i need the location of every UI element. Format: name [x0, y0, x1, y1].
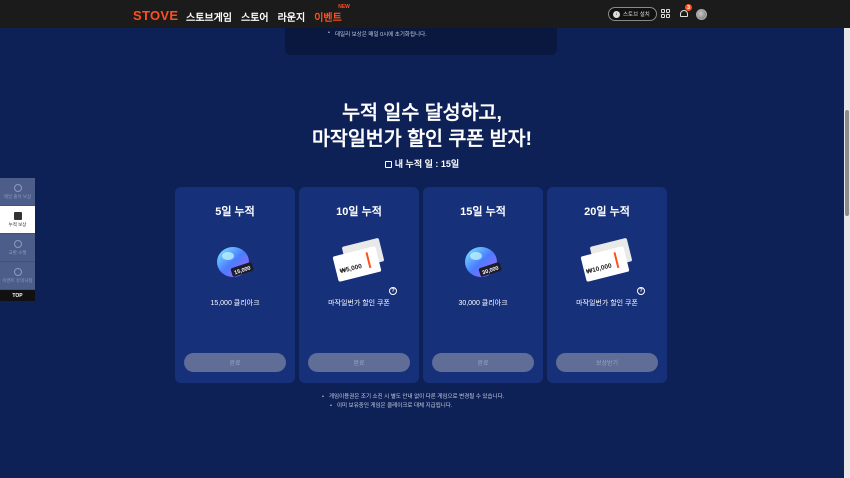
gem-icon: 30,000: [465, 247, 502, 277]
main-nav: 스토브게임 스토어 라운지 이벤트 NEW: [186, 4, 350, 24]
apps-grid-icon[interactable]: [661, 9, 671, 19]
top-navigation-bar: STOVE 스토브게임 스토어 라운지 이벤트 NEW ↓ 스토브 설치 3: [0, 0, 850, 28]
page-scrollbar[interactable]: [844, 28, 850, 478]
user-avatar[interactable]: [696, 9, 707, 20]
nav-stove-game[interactable]: 스토브게임: [186, 9, 232, 24]
help-question-icon[interactable]: ?: [637, 287, 645, 295]
download-icon: ↓: [613, 10, 620, 18]
side-navigation: 매일 출석 보상 누적 보상 교환 소켓 이벤트 유의사항 TOP: [0, 178, 35, 301]
notification-count-badge: 3: [685, 4, 692, 11]
reward-card-10: 10일 누적 ₩5,000 마작일번가 할인 쿠폰 ? 완료: [299, 187, 419, 383]
new-badge: NEW: [338, 4, 350, 10]
claim-button[interactable]: 완료: [308, 353, 410, 372]
coupon-icon: ₩10,000: [580, 238, 632, 282]
claim-button[interactable]: 보상받기: [556, 353, 658, 372]
footnote-1: 게임이용권은 조기 소진 시 별도 안내 없이 다른 게임으로 변경될 수 있습…: [322, 393, 504, 402]
reward-card-5: 5일 누적 15,000 15,000 클리아크 완료: [175, 187, 295, 383]
nav-store[interactable]: 스토어: [241, 9, 269, 24]
footnotes: 게임이용권은 조기 소진 시 별도 안내 없이 다른 게임으로 변경될 수 있습…: [322, 393, 504, 411]
stove-logo[interactable]: STOVE: [133, 8, 178, 23]
card-title: 20일 누적: [584, 206, 630, 218]
claim-button[interactable]: 완료: [184, 353, 286, 372]
clock-icon: [13, 183, 22, 192]
calendar-icon: [384, 161, 392, 168]
cumulative-days: 내 누적 일 : 15일: [0, 157, 844, 170]
nav-event-label: 이벤트: [314, 13, 342, 24]
footnote-2: 이미 보유중인 게임은 클레이크로 대체 지급됩니다.: [329, 402, 504, 411]
daily-notice-panel: 데일리 보상은 매일 0시에 초기화됩니다.: [285, 28, 557, 55]
install-label: 스토브 설치: [623, 12, 650, 18]
info-icon: [13, 267, 22, 276]
sidenav-exchange[interactable]: 교환 소켓: [0, 234, 35, 262]
exchange-icon: [13, 239, 22, 248]
card-title: 15일 누적: [460, 206, 506, 218]
card-reward: 30,000 클리아크: [458, 300, 508, 307]
cumulative-days-label: 내 누적 일 : 15일: [394, 159, 460, 169]
help-question-icon[interactable]: ?: [389, 287, 397, 295]
scroll-top-button[interactable]: TOP: [0, 290, 35, 301]
reward-card-20: 20일 누적 ₩10,000 마작일번가 할인 쿠폰 ? 보상받기: [547, 187, 667, 383]
nav-event[interactable]: 이벤트 NEW: [314, 4, 350, 24]
claim-button[interactable]: 완료: [432, 353, 534, 372]
gem-icon: 15,000: [217, 247, 254, 277]
card-reward: 15,000 클리아크: [210, 300, 260, 307]
coin-stack-icon: [13, 211, 22, 220]
sidenav-daily-reward[interactable]: 매일 출석 보상: [0, 178, 35, 206]
page-title-line1: 누적 일수 달성하고,: [342, 102, 502, 124]
install-stove-button[interactable]: ↓ 스토브 설치: [608, 7, 657, 21]
card-reward: 마작일번가 할인 쿠폰: [576, 300, 638, 307]
card-title: 5일 누적: [215, 206, 255, 218]
card-title: 10일 누적: [336, 206, 382, 218]
sidenav-cumulative-reward[interactable]: 누적 보상: [0, 206, 35, 234]
daily-notice-text: 데일리 보상은 매일 0시에 초기화됩니다.: [328, 30, 427, 38]
card-reward: 마작일번가 할인 쿠폰: [328, 300, 390, 307]
scrollbar-thumb[interactable]: [845, 110, 849, 216]
sidenav-notice[interactable]: 이벤트 유의사항: [0, 262, 35, 290]
coupon-icon: ₩5,000: [332, 238, 384, 282]
page-title-line2: 마작일번가 할인 쿠폰 받자!: [311, 128, 533, 150]
nav-lounge[interactable]: 라운지: [278, 9, 306, 24]
reward-card-15: 15일 누적 30,000 30,000 클리아크 완료: [423, 187, 543, 383]
